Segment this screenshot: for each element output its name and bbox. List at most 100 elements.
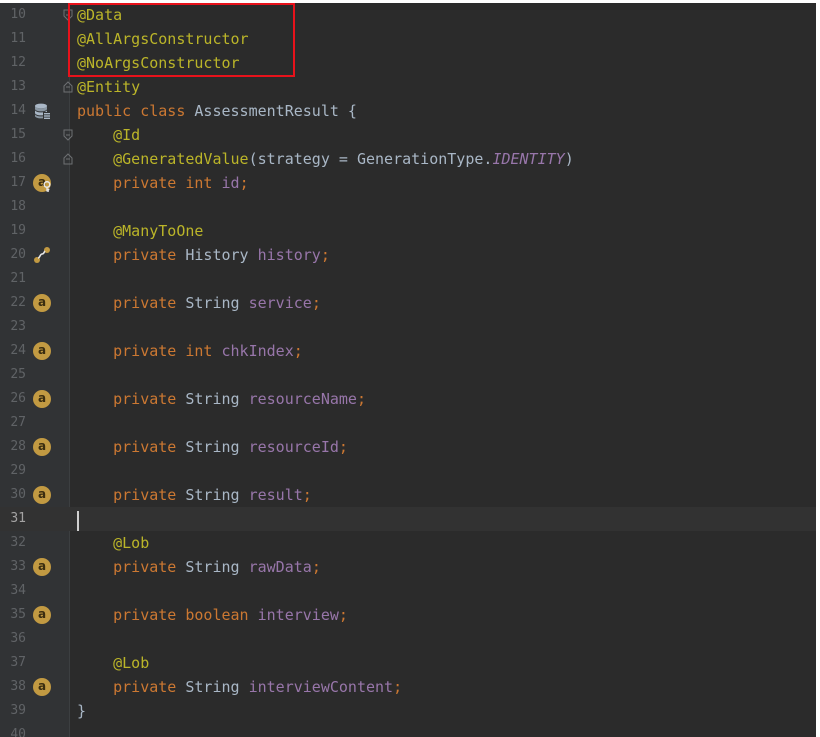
code-text[interactable]: public class AssessmentResult { — [77, 99, 357, 123]
code-token: resourceName — [248, 390, 357, 408]
code-token: chkIndex — [221, 342, 294, 360]
code-editor[interactable]: 10 @Data 11 @AllArgsConstructor 12 @NoArgsCon… — [0, 3, 816, 737]
code-line[interactable]: 33 a private String rawData; — [0, 555, 816, 579]
code-token: class — [140, 102, 195, 120]
code-line[interactable]: 27 — [0, 411, 816, 435]
code-line[interactable]: 11 @AllArgsConstructor — [0, 27, 816, 51]
code-text[interactable]: @GeneratedValue(strategy = GenerationTyp… — [77, 147, 574, 171]
code-line[interactable]: 35 a private boolean interview; — [0, 603, 816, 627]
database-icon[interactable] — [33, 102, 51, 120]
code-line[interactable]: 19 @ManyToOne — [0, 219, 816, 243]
code-text[interactable]: private String service; — [77, 291, 321, 315]
fold-start-icon[interactable] — [63, 129, 73, 141]
field-attribute-icon[interactable]: a — [33, 606, 51, 624]
code-text[interactable]: @Lob — [77, 651, 149, 675]
line-number: 37 — [10, 655, 26, 670]
code-text[interactable]: private String interviewContent; — [77, 675, 402, 699]
field-attribute-icon[interactable]: a — [33, 390, 51, 408]
code-token: IDENTITY — [492, 150, 565, 168]
code-token: result — [248, 486, 303, 504]
code-line[interactable]: 37 @Lob — [0, 651, 816, 675]
code-line[interactable]: 21 — [0, 267, 816, 291]
code-line[interactable]: 16 @GeneratedValue(strategy = Generation… — [0, 147, 816, 171]
code-token: id — [221, 174, 240, 192]
code-line[interactable]: 40 — [0, 723, 816, 737]
code-line[interactable]: 10 @Data — [0, 3, 816, 27]
code-line[interactable]: 23 — [0, 315, 816, 339]
line-number: 16 — [10, 151, 26, 166]
field-attribute-icon[interactable]: a — [33, 558, 51, 576]
code-line[interactable]: 28 a private String resourceId; — [0, 435, 816, 459]
code-text[interactable]: @Lob — [77, 531, 149, 555]
code-line[interactable]: 38 a private String interviewContent; — [0, 675, 816, 699]
line-number: 15 — [10, 127, 26, 142]
code-line[interactable]: 32 @Lob — [0, 531, 816, 555]
code-line[interactable]: 31 — [0, 507, 816, 531]
code-line[interactable]: 36 — [0, 627, 816, 651]
code-line[interactable]: 29 — [0, 459, 816, 483]
code-token: History — [185, 246, 258, 264]
code-line[interactable]: 22 a private String service; — [0, 291, 816, 315]
code-line[interactable]: 14 public class AssessmentResult { — [0, 99, 816, 123]
field-attribute-icon[interactable]: a — [33, 342, 51, 360]
code-line[interactable]: 25 — [0, 363, 816, 387]
code-token: history — [257, 246, 321, 264]
code-text[interactable]: @NoArgsConstructor — [77, 51, 240, 75]
code-text[interactable]: private int chkIndex; — [77, 339, 303, 363]
code-text[interactable]: } — [77, 699, 86, 723]
code-line[interactable]: 30 a private String result; — [0, 483, 816, 507]
code-token: private — [113, 342, 186, 360]
code-token: @Data — [77, 6, 123, 24]
code-text[interactable]: @Id — [77, 123, 140, 147]
code-token: String — [185, 294, 249, 312]
code-line[interactable]: 39} — [0, 699, 816, 723]
field-attribute-icon[interactable]: a — [33, 294, 51, 312]
line-number: 35 — [10, 607, 26, 622]
relation-link-icon[interactable] — [33, 246, 51, 264]
fold-end-icon[interactable] — [63, 81, 73, 93]
line-number: 33 — [10, 559, 26, 574]
code-line[interactable]: 20 private History history; — [0, 243, 816, 267]
code-text[interactable]: @ManyToOne — [77, 219, 203, 243]
code-line[interactable]: 17 a private int id; — [0, 171, 816, 195]
fold-end-icon[interactable] — [63, 153, 73, 165]
field-attribute-icon[interactable]: a — [33, 486, 51, 504]
primary-key-field-icon[interactable]: a — [33, 174, 53, 192]
code-line[interactable]: 26 a private String resourceName; — [0, 387, 816, 411]
line-number: 26 — [10, 391, 26, 406]
code-text[interactable]: private int id; — [77, 171, 248, 195]
code-token: private — [113, 246, 186, 264]
line-number: 17 — [10, 175, 26, 190]
code-text[interactable]: private String resourceId; — [77, 435, 348, 459]
code-line[interactable]: 24 a private int chkIndex; — [0, 339, 816, 363]
code-text[interactable]: private History history; — [77, 243, 330, 267]
field-attribute-icon[interactable]: a — [33, 678, 51, 696]
code-text[interactable]: private String resourceName; — [77, 387, 366, 411]
code-line[interactable]: 18 — [0, 195, 816, 219]
line-number: 28 — [10, 439, 26, 454]
code-text[interactable]: @AllArgsConstructor — [77, 27, 249, 51]
field-attribute-icon[interactable]: a — [33, 438, 51, 456]
code-token: ; — [320, 246, 330, 264]
code-text[interactable]: private String rawData; — [77, 555, 321, 579]
code-text[interactable]: @Entity — [77, 75, 140, 99]
line-number: 20 — [10, 247, 26, 262]
line-number: 32 — [10, 535, 26, 550]
code-token: ; — [311, 558, 321, 576]
code-text[interactable]: private String result; — [77, 483, 312, 507]
code-line[interactable]: 34 — [0, 579, 816, 603]
code-token: ; — [338, 438, 348, 456]
code-line[interactable]: 15 @Id — [0, 123, 816, 147]
fold-start-icon[interactable] — [63, 9, 73, 21]
code-text[interactable]: private boolean interview; — [77, 603, 348, 627]
code-line[interactable]: 12 @NoArgsConstructor — [0, 51, 816, 75]
line-number: 31 — [10, 511, 26, 526]
line-number: 34 — [10, 583, 26, 598]
code-text[interactable]: @Data — [77, 3, 122, 27]
code-line[interactable]: 13 @Entity — [0, 75, 816, 99]
